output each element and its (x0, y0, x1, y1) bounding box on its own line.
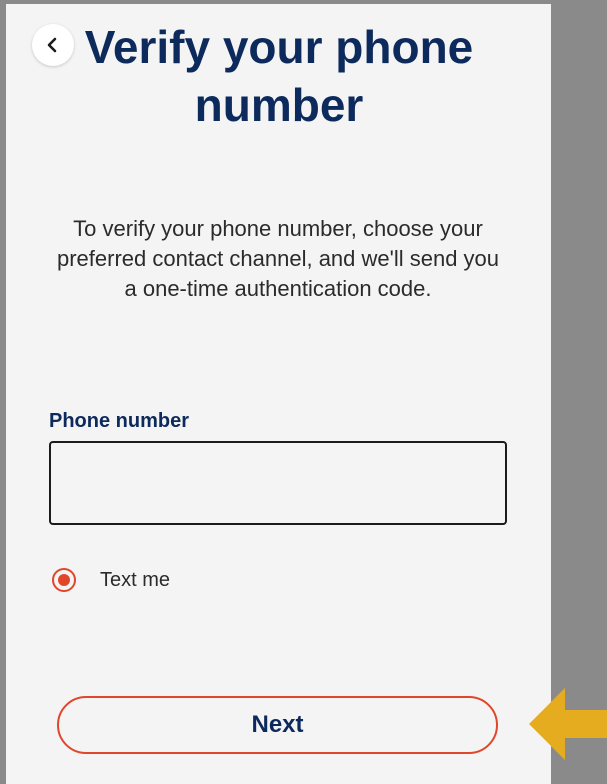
pointer-arrow (529, 688, 607, 760)
radio-selected-dot (58, 574, 70, 586)
chevron-left-icon (47, 37, 57, 53)
phone-screen: Verify your phone number To verify your … (6, 4, 551, 784)
instructions-text: To verify your phone number, choose your… (56, 216, 500, 301)
arrow-left-icon (529, 688, 607, 760)
next-button[interactable]: Next (57, 696, 498, 754)
page-title: Verify your phone number (84, 21, 474, 131)
text-me-radio[interactable] (52, 568, 76, 592)
phone-number-input[interactable] (49, 441, 507, 525)
phone-number-label: Phone number (49, 410, 190, 432)
text-me-option[interactable]: Text me (52, 566, 170, 594)
text-me-label: Text me (100, 568, 171, 591)
